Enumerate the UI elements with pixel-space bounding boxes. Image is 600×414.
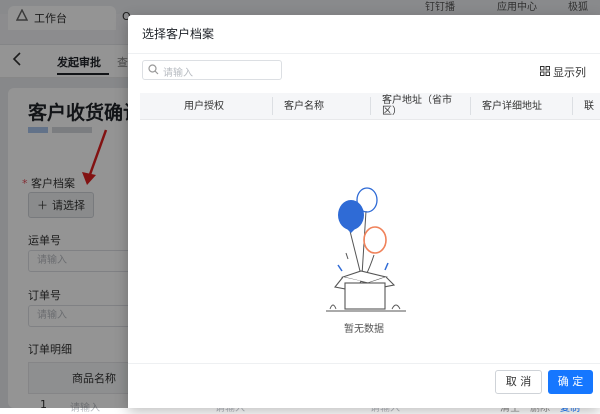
confirm-button[interactable]: 确 定 xyxy=(548,370,593,394)
col-customer-name[interactable]: 客户名称 xyxy=(284,101,324,112)
modal-title: 选择客户档案 xyxy=(142,27,215,41)
cancel-button[interactable]: 取 消 xyxy=(495,370,542,394)
columns-button-label: 显示列 xyxy=(553,66,586,79)
search-input[interactable]: 请输入 xyxy=(142,60,282,80)
columns-button[interactable]: 显示列 xyxy=(540,64,586,80)
col-divider xyxy=(272,97,273,115)
empty-box-illustration xyxy=(316,185,416,318)
col-customer-detail-address[interactable]: 客户详细地址 xyxy=(482,101,542,112)
col-divider xyxy=(370,97,371,115)
modal-header-divider xyxy=(128,53,600,54)
col-divider xyxy=(572,97,573,115)
col-divider xyxy=(470,97,471,115)
col-customer-address[interactable]: 客户地址（省市区） xyxy=(382,95,462,117)
table-header: 用户授权 客户名称 客户地址（省市区） 客户详细地址 联 xyxy=(140,93,600,120)
columns-icon xyxy=(540,65,550,79)
search-placeholder: 请输入 xyxy=(163,68,193,79)
col-user-auth[interactable]: 用户授权 xyxy=(184,101,224,112)
modal-footer-divider xyxy=(128,363,600,364)
col-contact[interactable]: 联 xyxy=(584,101,594,112)
search-icon xyxy=(148,64,159,78)
empty-state-text: 暂无数据 xyxy=(344,324,384,335)
select-customer-modal: 选择客户档案 请输入 显示列 用户授权 客户名称 客户地址（省市区） 客户详细地… xyxy=(128,15,600,408)
